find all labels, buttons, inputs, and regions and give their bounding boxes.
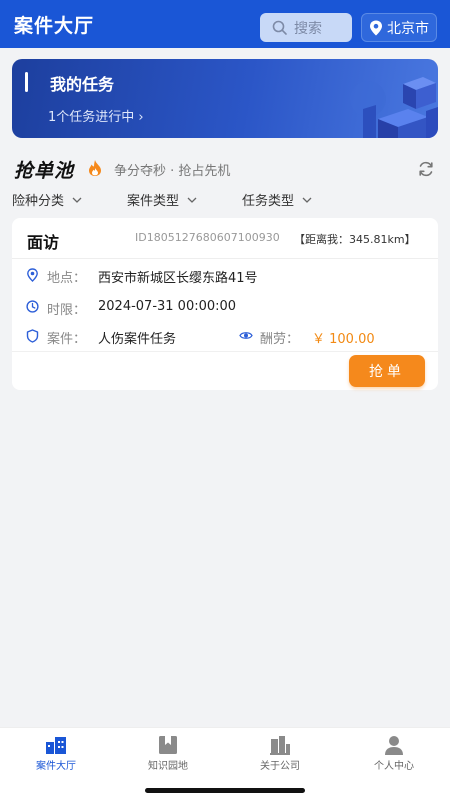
nav-personal-center[interactable]: 个人中心: [349, 735, 439, 772]
chevron-down-icon: [187, 197, 197, 203]
filter-insurance-category[interactable]: 险种分类: [12, 190, 82, 209]
filter-label: 任务类型: [242, 194, 295, 209]
deadline-value: 2024-07-31 00:00:00: [98, 299, 237, 314]
grab-pool-title: 抢单池: [14, 160, 75, 182]
nav-knowledge[interactable]: 知识园地: [123, 735, 213, 772]
reward-label: 酬劳：: [260, 332, 300, 347]
task-distance: 【距离我：345.81km】: [294, 233, 416, 246]
shield-icon: [26, 329, 39, 343]
location-pin-icon: [370, 20, 382, 35]
divider: [12, 258, 438, 259]
eye-icon: [239, 332, 253, 339]
cubes-illustration-icon: [350, 77, 438, 138]
reward-value: ￥ 100.00: [312, 332, 375, 347]
nav-label: 个人中心: [374, 761, 414, 772]
chevron-down-icon: [302, 197, 312, 203]
filter-case-type[interactable]: 案件类型: [127, 190, 197, 209]
grab-order-button[interactable]: 抢单: [349, 355, 425, 387]
banner-accent-bar: [25, 72, 28, 92]
city-selector[interactable]: 北京市: [361, 13, 437, 42]
location-value: 西安市新城区长缨东路41号: [98, 271, 258, 286]
filter-task-type[interactable]: 任务类型: [242, 190, 312, 209]
nav-label: 知识园地: [148, 761, 188, 772]
my-tasks-banner[interactable]: 我的任务 1个任务进行中 ›: [12, 59, 438, 138]
deadline-label: 时限：: [47, 303, 87, 318]
case-label: 案件：: [47, 332, 87, 347]
book-icon: [159, 736, 177, 754]
search-placeholder: 搜索: [294, 20, 322, 37]
banner-subtitle[interactable]: 1个任务进行中 ›: [48, 106, 144, 125]
divider: [12, 351, 438, 352]
building-icon: [46, 737, 66, 754]
top-header: 案件大厅 搜索 北京市: [0, 0, 450, 48]
location-label: 地点：: [47, 271, 87, 286]
case-value: 人伤案件任务: [98, 332, 177, 347]
grab-pool-slogan: 争分夺秒 · 抢占先机: [114, 164, 231, 179]
chevron-down-icon: [72, 197, 82, 203]
filter-bar: 险种分类 案件类型 任务类型: [0, 190, 450, 212]
clock-icon: [26, 300, 39, 313]
fire-icon: [89, 160, 101, 176]
company-icon: [270, 736, 290, 755]
search-input[interactable]: 搜索: [260, 13, 352, 42]
filter-label: 险种分类: [12, 194, 65, 209]
location-icon: [27, 268, 38, 282]
nav-about-company[interactable]: 关于公司: [235, 735, 325, 772]
nav-case-hall[interactable]: 案件大厅: [11, 735, 101, 772]
task-id: ID1805127680607100930: [135, 231, 280, 244]
task-card[interactable]: 面访 ID1805127680607100930 【距离我：345.81km】 …: [12, 218, 438, 390]
banner-title: 我的任务: [50, 75, 115, 94]
task-title: 面访: [27, 233, 60, 252]
home-indicator: [145, 788, 305, 793]
person-icon: [385, 736, 403, 755]
nav-label: 关于公司: [260, 761, 300, 772]
page-title: 案件大厅: [14, 15, 95, 37]
city-label: 北京市: [387, 20, 429, 37]
refresh-icon[interactable]: [417, 160, 435, 178]
search-icon: [272, 20, 287, 35]
filter-label: 案件类型: [127, 194, 180, 209]
nav-label: 案件大厅: [36, 761, 76, 772]
